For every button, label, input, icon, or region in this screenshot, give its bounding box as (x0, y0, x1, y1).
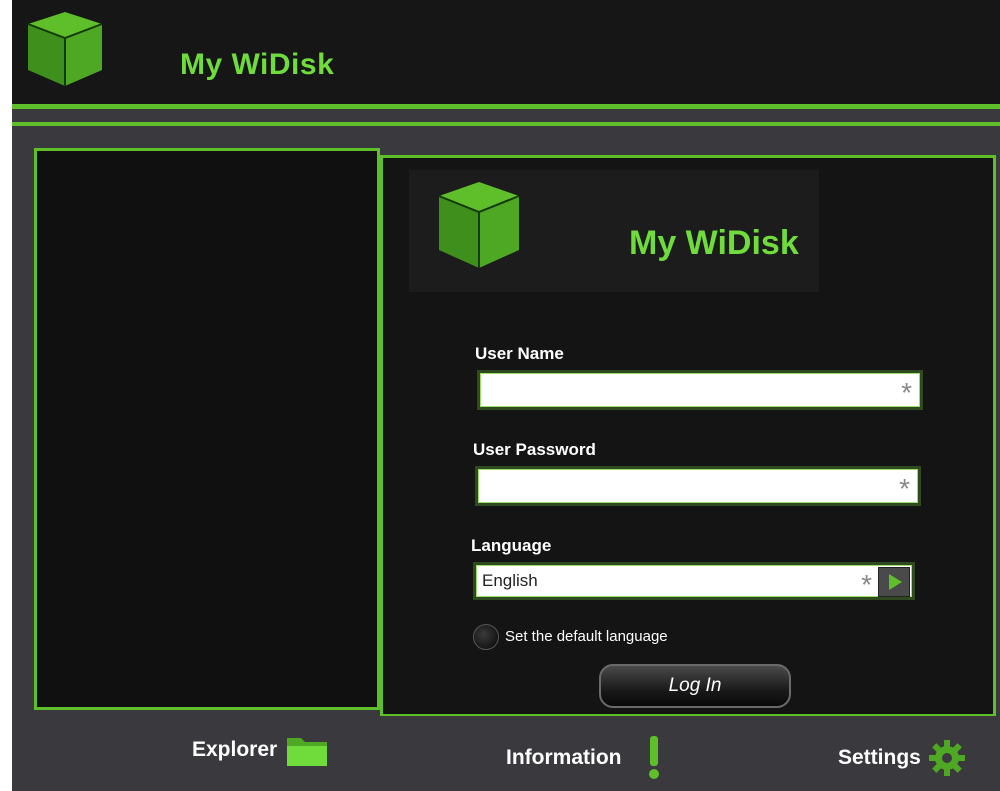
login-panel: My WiDisk User Name * User Password * La… (380, 155, 996, 717)
login-button[interactable]: Log In (599, 664, 791, 708)
header-divider (12, 104, 1000, 109)
app-window: My WiDisk My WiDisk User Name * User Pas… (12, 0, 1000, 791)
password-input[interactable] (484, 473, 888, 501)
gear-icon (928, 740, 965, 776)
strip-divider (12, 122, 1000, 126)
footer-nav: Explorer Information Settings (12, 716, 1000, 791)
language-dropdown-button[interactable] (878, 567, 910, 597)
language-select[interactable]: English * (473, 562, 915, 600)
language-selected-value: English (482, 571, 538, 590)
left-panel (34, 148, 380, 710)
login-brand: My WiDisk (409, 170, 819, 292)
login-brand-title: My WiDisk (629, 224, 799, 262)
app-title: My WiDisk (180, 48, 335, 81)
nav-information[interactable]: Information (506, 736, 662, 780)
required-marker: * (901, 377, 912, 408)
language-label: Language (471, 536, 552, 555)
username-input[interactable] (486, 377, 890, 405)
cube-logo-icon (27, 12, 103, 86)
nav-explorer-label: Explorer (192, 738, 278, 761)
username-label: User Name (475, 344, 564, 363)
exclamation-icon (648, 736, 659, 779)
folder-icon (287, 738, 328, 766)
cube-logo-icon (438, 182, 520, 268)
password-field-wrapper: * (475, 466, 921, 506)
header-bar: My WiDisk (12, 0, 1000, 104)
nav-settings[interactable]: Settings (838, 740, 965, 776)
default-language-radio[interactable] (473, 624, 499, 650)
play-arrow-icon (889, 574, 902, 590)
nav-settings-label: Settings (838, 746, 921, 769)
password-label: User Password (473, 440, 596, 459)
username-field-wrapper: * (477, 370, 923, 410)
required-marker: * (899, 473, 910, 504)
required-marker: * (861, 569, 872, 600)
nav-explorer[interactable]: Explorer (192, 732, 329, 768)
default-language-label: Set the default language (505, 628, 668, 645)
nav-information-label: Information (506, 746, 622, 769)
